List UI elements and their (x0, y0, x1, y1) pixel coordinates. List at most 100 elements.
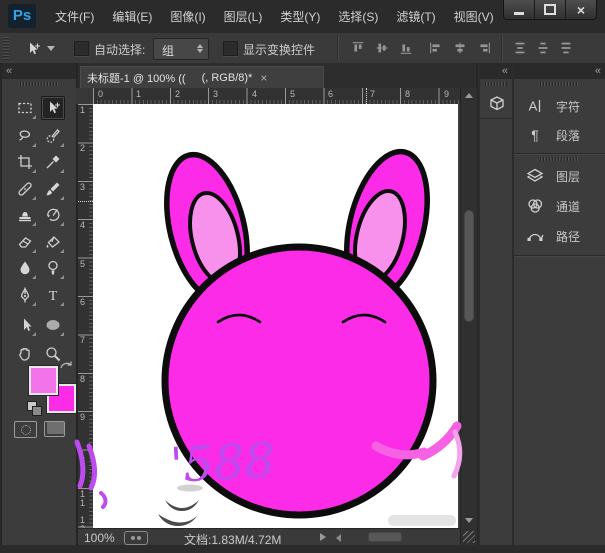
distribute-bottom-icon[interactable] (558, 40, 576, 58)
tool-pen[interactable] (13, 283, 37, 307)
close-button[interactable]: × (565, 0, 596, 19)
align-top-edges-icon[interactable] (350, 40, 368, 58)
auto-select-dropdown[interactable]: 组 (153, 38, 209, 60)
scroll-left-icon[interactable] (336, 534, 341, 542)
tool-brush[interactable] (41, 177, 65, 201)
tool-quick-selection[interactable] (41, 124, 65, 148)
ruler-number: 6 (328, 89, 333, 99)
document-tab[interactable]: 未标题-1 @ 100% (( (, RGB/8)* × (80, 66, 324, 88)
separator (337, 37, 338, 59)
distribute-top-icon[interactable] (512, 40, 530, 58)
gray-shape (388, 515, 456, 526)
collapse-panel-icon[interactable]: « (6, 66, 12, 76)
collapse-dock-icon[interactable]: « (595, 66, 601, 76)
tool-lasso[interactable] (13, 124, 37, 148)
ruler-number: 3 (80, 183, 88, 192)
minimize-button[interactable] (504, 0, 534, 19)
auto-select-value: 组 (162, 42, 174, 59)
paragraph-label: 段落 (556, 127, 580, 144)
paths-panel-button[interactable]: 路径 (514, 223, 605, 250)
window-controls: × (503, 0, 597, 20)
quick-mask-button[interactable] (14, 421, 37, 438)
resize-grip[interactable] (463, 531, 475, 543)
tool-panel-header: « (2, 63, 76, 79)
align-vertical-centers-icon[interactable] (374, 40, 392, 58)
horizontal-scrollbar-thumb[interactable] (368, 532, 402, 542)
zoom-level-field[interactable]: 100% (84, 531, 115, 545)
default-colors-icon[interactable] (32, 406, 42, 416)
tool-eraser[interactable] (13, 230, 37, 254)
options-gripper[interactable] (3, 36, 9, 60)
tool-history-brush[interactable] (41, 203, 65, 227)
status-profile-icon[interactable] (124, 531, 148, 545)
align-right-edges-icon[interactable] (476, 40, 494, 58)
scroll-down-icon[interactable] (465, 518, 473, 523)
tool-preset-caret-icon[interactable] (47, 46, 55, 51)
menu-filter[interactable]: 滤镜(T) (387, 8, 444, 25)
tool-blur[interactable] (13, 256, 37, 280)
vertical-scrollbar[interactable] (460, 88, 477, 545)
panel-gripper[interactable] (485, 82, 507, 86)
swap-colors-icon[interactable] (58, 359, 72, 373)
menu-image[interactable]: 图像(I) (161, 8, 214, 25)
screen-mode-button[interactable] (44, 421, 65, 437)
align-left-edges-icon[interactable] (428, 40, 446, 58)
menu-view[interactable]: 视图(V) (445, 8, 503, 25)
align-horizontal-centers-icon[interactable] (452, 40, 470, 58)
collapse-dock-icon[interactable]: « (502, 66, 508, 76)
distribute-vertical-centers-icon[interactable] (535, 40, 553, 58)
ruler-corner[interactable] (76, 88, 94, 105)
tool-eyedropper[interactable] (41, 150, 65, 174)
status-flyout-icon[interactable] (320, 533, 326, 541)
tool-ellipse-shape[interactable] (41, 313, 65, 337)
ruler-number: 7 (80, 336, 88, 345)
tab-close-icon[interactable]: × (260, 71, 267, 85)
tool-spot-healing-brush[interactable] (13, 177, 37, 201)
document-canvas[interactable]: '588 (93, 104, 458, 528)
vertical-scrollbar-thumb[interactable] (464, 210, 474, 322)
dock-header: « (480, 63, 512, 79)
properties-panel-button[interactable] (480, 88, 512, 119)
auto-select-label: 自动选择: (94, 41, 145, 58)
tool-rectangular-marquee[interactable] (13, 96, 37, 120)
panel-gripper[interactable] (540, 157, 578, 161)
tool-paint-bucket[interactable] (41, 230, 65, 254)
maximize-button[interactable] (534, 0, 565, 19)
menu-select[interactable]: 选择(S) (329, 8, 387, 25)
svg-text:T: T (49, 289, 58, 304)
menu-file[interactable]: 文件(F) (46, 8, 103, 25)
panel-gripper[interactable] (540, 82, 578, 86)
panel-gripper[interactable] (20, 82, 58, 86)
paragraph-panel-button[interactable]: ¶ 段落 (514, 122, 605, 149)
menu-layer[interactable]: 图层(L) (215, 8, 272, 25)
menu-edit[interactable]: 编辑(E) (103, 8, 161, 25)
horizontal-ruler[interactable]: 0 1 2 3 4 5 6 7 8 9 (93, 88, 460, 105)
paths-label: 路径 (556, 228, 580, 245)
character-panel-button[interactable]: A 字符 (514, 93, 605, 120)
ruler-number: 6 (80, 298, 88, 307)
watermark-smear (423, 426, 457, 456)
align-bottom-edges-icon[interactable] (398, 40, 416, 58)
tool-path-selection[interactable] (13, 313, 37, 337)
move-tool-preset-icon[interactable] (24, 40, 42, 58)
tool-hand[interactable] (13, 342, 37, 366)
foreground-color-swatch[interactable] (29, 366, 58, 395)
show-transform-checkbox[interactable] (223, 41, 238, 56)
tool-dodge[interactable] (41, 256, 65, 280)
tool-move[interactable] (41, 96, 65, 120)
gray-shape (165, 500, 199, 511)
scroll-up-icon[interactable] (465, 93, 473, 98)
dropdown-spinner-icon (197, 43, 203, 54)
tool-type[interactable]: T (41, 283, 65, 307)
layers-panel-button[interactable]: 图层 (514, 163, 605, 190)
tool-crop[interactable] (13, 150, 37, 174)
document-tab-bar: 未标题-1 @ 100% (( (, RGB/8)* × (78, 63, 476, 88)
photoshop-window: Ps 文件(F) 编辑(E) 图像(I) 图层(L) 类型(Y) 选择(S) 滤… (0, 0, 605, 553)
tool-clone-stamp[interactable] (13, 203, 37, 227)
channels-panel-button[interactable]: 通道 (514, 193, 605, 220)
window-bottom-edge (0, 545, 605, 553)
menu-type[interactable]: 类型(Y) (271, 8, 329, 25)
cursor-position-marker (366, 88, 368, 104)
ruler-number: 8 (80, 375, 88, 384)
auto-select-checkbox[interactable] (74, 41, 89, 56)
